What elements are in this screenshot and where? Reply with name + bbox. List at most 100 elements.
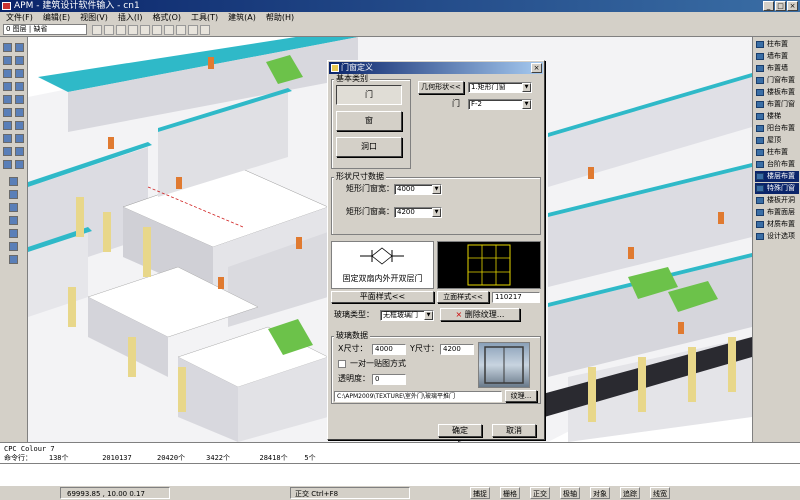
block-tool-icon[interactable] [9, 190, 18, 199]
menu-edit[interactable]: 编辑(E) [43, 12, 70, 23]
panel-item[interactable]: 布置面层 [755, 207, 799, 218]
texture-button[interactable]: 纹理... [505, 390, 537, 402]
panel-item[interactable]: 阳台布置 [755, 123, 799, 134]
door [718, 212, 724, 224]
scale-tool-icon[interactable] [15, 95, 24, 104]
menu-tools[interactable]: 工具(T) [191, 12, 218, 23]
array-tool-icon[interactable] [15, 121, 24, 130]
panel-item[interactable]: 材质布置 [755, 219, 799, 230]
print-icon[interactable] [128, 25, 138, 35]
region-tool-icon[interactable] [9, 216, 18, 225]
arc-tool-icon[interactable] [15, 56, 24, 65]
chamfer-tool-icon[interactable] [15, 134, 24, 143]
elevation-code[interactable]: 110217 [492, 292, 540, 303]
panel-item[interactable]: 柱布置 [755, 147, 799, 158]
height-input[interactable]: 4200 ▼ [394, 207, 442, 218]
copy-tool-icon[interactable] [3, 82, 12, 91]
y-size-input[interactable]: 4200 [440, 344, 474, 355]
delete-texture-button[interactable]: × 删除纹理... [440, 308, 520, 321]
ortho-toggle[interactable]: 正交 [530, 487, 550, 499]
plan-style-button[interactable]: 平面样式<< [331, 291, 434, 303]
panel-item[interactable]: 楼梯 [755, 111, 799, 122]
polar-toggle[interactable]: 极轴 [560, 487, 580, 499]
window-type-button[interactable]: 窗 [336, 111, 402, 131]
cancel-button[interactable]: 取消 [492, 424, 536, 437]
offset-tool-icon[interactable] [3, 121, 12, 130]
line-tool-icon[interactable] [3, 43, 12, 52]
menu-format[interactable]: 格式(O) [152, 12, 181, 23]
snap-toggle[interactable]: 捕捉 [470, 487, 490, 499]
chevron-down-icon: ▼ [522, 100, 531, 109]
redo-icon[interactable] [152, 25, 162, 35]
mirror-tool-icon[interactable] [15, 82, 24, 91]
move-tool-icon[interactable] [15, 69, 24, 78]
panel-item-selected[interactable]: 楼层布置 [755, 171, 799, 182]
panel-item[interactable]: 设计选项 [755, 231, 799, 242]
minimize-button[interactable]: _ [763, 1, 774, 11]
transparency-input[interactable]: 0 [372, 374, 406, 385]
dialog-close-button[interactable]: × [531, 63, 542, 73]
render-icon[interactable] [200, 25, 210, 35]
panel-item[interactable]: 屋顶 [755, 135, 799, 146]
open-icon[interactable] [104, 25, 114, 35]
save-icon[interactable] [116, 25, 126, 35]
text-tool-icon[interactable] [9, 255, 18, 264]
panel-item[interactable]: 布置门窗 [755, 99, 799, 110]
extend-tool-icon[interactable] [15, 108, 24, 117]
menu-file[interactable]: 文件(F) [6, 12, 33, 23]
door [208, 57, 214, 69]
rect-tool-icon[interactable] [3, 69, 12, 78]
panel-item[interactable]: 楼板开洞 [755, 195, 799, 206]
menu-view[interactable]: 视图(V) [80, 12, 108, 23]
circle-tool-icon[interactable] [3, 56, 12, 65]
menu-architecture[interactable]: 建筑(A) [228, 12, 256, 23]
polyline-tool-icon[interactable] [15, 43, 24, 52]
rotate-icon[interactable] [188, 25, 198, 35]
menu-insert[interactable]: 插入(I) [118, 12, 143, 23]
new-icon[interactable] [92, 25, 102, 35]
panel-item[interactable]: 布置墙 [755, 63, 799, 74]
texture-path[interactable]: C:\APM2009\TEXTURE\室外门\玻璃平推门 [334, 391, 502, 402]
layer-select[interactable]: 0 图层 | 缺省 [3, 24, 87, 35]
glass-type-select[interactable]: 无框玻璃门 ▼ [380, 310, 434, 321]
ok-button[interactable]: 确定 [438, 424, 482, 437]
shape-select[interactable]: 1.矩形门窗 ▼ [468, 82, 532, 93]
pan-icon[interactable] [176, 25, 186, 35]
hatch-tool-icon[interactable] [3, 160, 12, 169]
panel-item[interactable]: 墙布置 [755, 51, 799, 62]
grid-toggle[interactable]: 栅格 [500, 487, 520, 499]
erase-tool-icon[interactable] [3, 147, 12, 156]
track-toggle[interactable]: 追踪 [620, 487, 640, 499]
dialog-title-bar[interactable]: 门窗定义 × [329, 62, 543, 74]
osnap-toggle[interactable]: 对象 [590, 487, 610, 499]
tile-checkbox[interactable] [338, 360, 346, 368]
door-type-button[interactable]: 门 [336, 85, 402, 105]
fillet-tool-icon[interactable] [3, 134, 12, 143]
lineweight-toggle[interactable]: 线宽 [650, 487, 670, 499]
panel-item[interactable]: 楼板布置 [755, 87, 799, 98]
panel-item-selected[interactable]: 特殊门窗 [755, 183, 799, 194]
panel-item[interactable]: 门窗布置 [755, 75, 799, 86]
panel-item[interactable]: 台阶布置 [755, 159, 799, 170]
dim-tool-icon[interactable] [15, 160, 24, 169]
panel-item[interactable]: 柱布置 [755, 39, 799, 50]
rotate-tool-icon[interactable] [3, 95, 12, 104]
spline-tool-icon[interactable] [9, 229, 18, 238]
insert-tool-icon[interactable] [9, 203, 18, 212]
close-window-button[interactable]: × [787, 1, 798, 11]
trim-tool-icon[interactable] [3, 108, 12, 117]
command-area[interactable]: CPC Colour 7 命令行： 138个 2010137 20420个 34… [0, 442, 800, 485]
menu-help[interactable]: 帮助(H) [266, 12, 294, 23]
x-size-input[interactable]: 4000 [372, 344, 406, 355]
maximize-button[interactable]: □ [775, 1, 786, 11]
door-type-select[interactable]: F-2 ▼ [468, 99, 532, 110]
explode-tool-icon[interactable] [15, 147, 24, 156]
elevation-style-button[interactable]: 立面样式<< [437, 291, 489, 303]
undo-icon[interactable] [140, 25, 150, 35]
ellipse-tool-icon[interactable] [9, 242, 18, 251]
point-tool-icon[interactable] [9, 177, 18, 186]
geometry-button[interactable]: 几何形状<< [418, 81, 464, 94]
zoom-icon[interactable] [164, 25, 174, 35]
opening-type-button[interactable]: 洞口 [336, 137, 402, 157]
width-input[interactable]: 4000 ▼ [394, 184, 442, 195]
